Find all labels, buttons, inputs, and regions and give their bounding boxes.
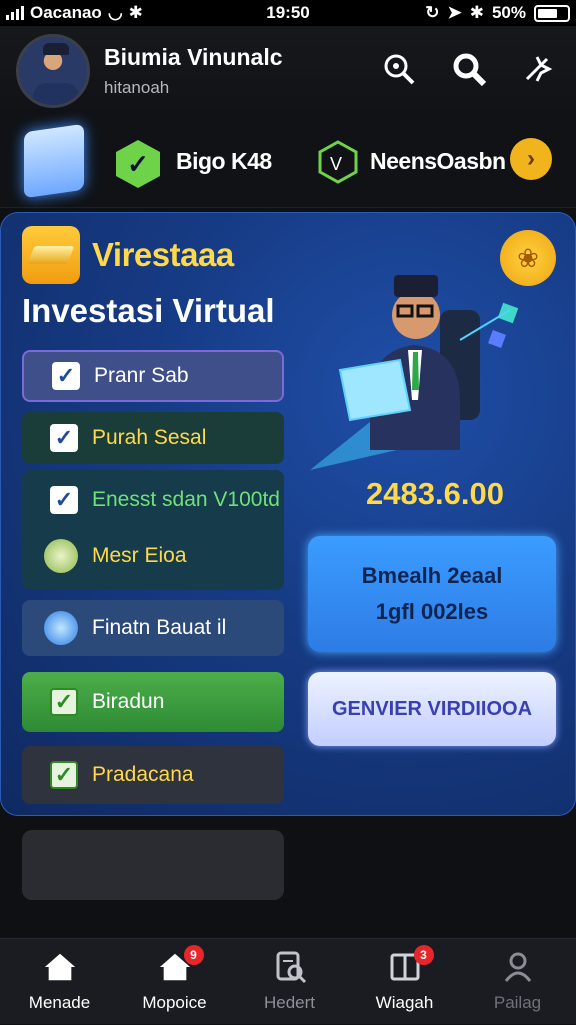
zoom-search-icon[interactable] (378, 48, 420, 90)
strip-item-2[interactable]: NeensOasbn (370, 148, 506, 175)
user-subtitle: hitanoah (104, 78, 170, 97)
receipt-search-icon (273, 951, 307, 984)
checkbox-icon[interactable]: ✓ (50, 688, 78, 716)
tab-label: Mopoice (142, 993, 207, 1012)
bottom-tab-bar: Menade 9 Mopoice Hedert 3 Wiagah Pailag (0, 938, 576, 1024)
generate-button[interactable]: GENVIER VIRDIIOOA (308, 672, 556, 746)
option-4[interactable]: Mesr Eioa (22, 530, 284, 582)
option-5[interactable]: Finatn Bauat il (22, 600, 284, 656)
tab-label: Pailag (493, 993, 542, 1012)
option-label: Biradun (92, 690, 165, 713)
tab-notifications[interactable]: 9 Mopoice (117, 939, 232, 1025)
investor-illustration (300, 250, 550, 490)
strip-item-1[interactable]: Bigo K48 (176, 148, 272, 175)
tab-history[interactable]: Hedert (232, 939, 347, 1025)
user-name: Biumia Vinunalc (104, 44, 283, 70)
info-card[interactable]: Bmealh 2eaal 1gfl 002les (308, 536, 556, 652)
tab-messages[interactable]: 3 Wiagah (347, 939, 462, 1025)
shield-outline-icon: V (318, 140, 358, 184)
tab-profile[interactable]: Pailag (460, 939, 575, 1025)
home-icon (43, 951, 77, 983)
option-1[interactable]: ✓ Pranr Sab (22, 350, 284, 402)
option-label: Pranr Sab (94, 364, 189, 387)
checkbox-icon[interactable]: ✓ (50, 761, 78, 789)
placeholder-card[interactable] (22, 830, 284, 900)
option-6[interactable]: ✓ Biradun (22, 672, 284, 732)
option-label: Mesr Eioa (92, 544, 187, 567)
book-icon: 3 (388, 945, 434, 983)
notification-badge: 3 (413, 945, 434, 965)
info-line-1: Bmealh 2eaal (361, 563, 503, 588)
avatar[interactable] (16, 34, 90, 108)
feature-strip: ✓ Bigo K48 V NeensOasbn (0, 118, 576, 208)
sparkle-icon[interactable] (516, 48, 558, 90)
next-arrow-button[interactable]: › (510, 138, 552, 180)
option-label: Enesst sdan V100td (92, 488, 280, 511)
tab-label: Hedert (263, 993, 316, 1012)
tab-home[interactable]: Menade (2, 939, 117, 1025)
diamond-icon (44, 611, 78, 645)
location-icon: ➤ (447, 3, 462, 22)
tab-label: Wiagah (375, 993, 434, 1012)
brand-title: Virestaaa (92, 236, 234, 273)
globe-icon (44, 539, 78, 573)
notification-badge: 9 (183, 945, 204, 965)
document-icon[interactable] (24, 123, 84, 199)
battery-icon (534, 4, 570, 22)
bluetooth-icon-right: ✱ (469, 3, 484, 22)
status-bar: Oacanao ◡ ✱ 19:50 ↻ ➤ ✱ 50% (0, 0, 576, 26)
panel-heading: Investasi Virtual (22, 292, 275, 329)
option-label: Finatn Bauat il (92, 616, 227, 639)
info-line-2: 1gfl 002les (375, 599, 489, 624)
option-label: Pradacana (92, 763, 194, 786)
option-3[interactable]: ✓ Enesst sdan V100td (22, 474, 284, 526)
checkbox-icon[interactable]: ✓ (52, 362, 80, 390)
sync-icon: ↻ (425, 3, 440, 22)
checkbox-icon[interactable]: ✓ (50, 486, 78, 514)
shield-check-icon: ✓ (116, 140, 160, 188)
svg-text:V: V (330, 154, 342, 174)
option-2[interactable]: ✓ Purah Sesal (22, 412, 284, 464)
profile-icon (501, 951, 535, 983)
investment-amount: 2483.6.00 (366, 476, 504, 511)
option-7[interactable]: ✓ Pradacana (22, 746, 284, 804)
tab-label: Menade (28, 993, 91, 1012)
option-label: Purah Sesal (92, 426, 207, 449)
app-header: Biumia Vinunalc hitanoah (0, 26, 576, 118)
home-alert-icon: 9 (158, 945, 204, 983)
battery-percent: 50% (491, 3, 526, 22)
search-icon[interactable] (448, 48, 490, 90)
gold-bar-icon (22, 226, 80, 284)
checkbox-icon[interactable]: ✓ (50, 424, 78, 452)
